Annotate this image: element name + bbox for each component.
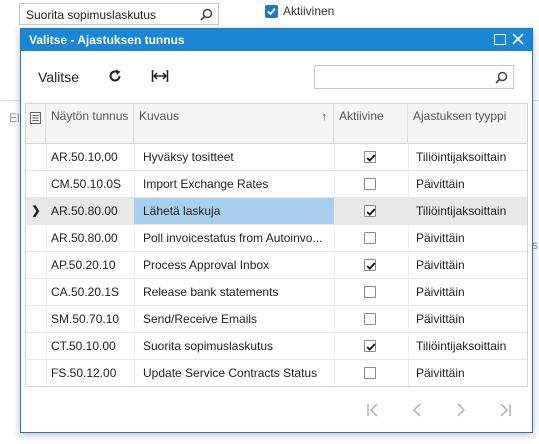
cell-schedule-type[interactable]: Tiliöintijaksoittain: [408, 144, 526, 170]
cell-schedule-type[interactable]: Päivittäin: [408, 360, 526, 386]
list-icon[interactable]: [30, 112, 41, 124]
cell-id[interactable]: AP.50.20.10: [46, 252, 134, 278]
grid-header: Näytön tunnus Kuvaus ↑ Aktiivine Ajastuk…: [26, 104, 527, 144]
select-button[interactable]: Valitse: [38, 69, 79, 85]
cell-id[interactable]: FS.50.12.00: [46, 360, 134, 386]
cell-id[interactable]: AR.50.80.00: [46, 225, 134, 251]
column-header-description-label: Kuvaus: [139, 109, 180, 123]
row-pointer-icon[interactable]: ❯: [26, 198, 46, 224]
row-selector[interactable]: [26, 279, 46, 305]
cell-description[interactable]: Release bank statements: [134, 279, 334, 305]
table-row[interactable]: AR.50.80.00 Poll invoicestatus from Autoi…: [26, 225, 527, 252]
cell-id[interactable]: CA.50.20.1S: [46, 279, 134, 305]
cell-description[interactable]: Poll invoicestatus from Autoinvo...: [134, 225, 334, 251]
sort-ascending-icon: ↑: [321, 111, 328, 123]
cell-active[interactable]: [334, 360, 408, 386]
active-checkbox[interactable]: [364, 313, 376, 325]
search-icon[interactable]: [495, 71, 508, 84]
first-page-icon[interactable]: [365, 402, 381, 418]
background-label-fragment: El: [9, 111, 20, 125]
header-row-selector[interactable]: [26, 104, 46, 144]
table-row[interactable]: CM.50.10.0S Import Exchange Rates Päivittä…: [26, 171, 527, 198]
cell-description[interactable]: Lähetä laskuja: [134, 198, 334, 224]
selector-dialog: Valitse - Ajastuksen tunnus Valitse Näyt…: [20, 28, 533, 433]
active-checkbox[interactable]: [364, 232, 376, 244]
row-selector[interactable]: [26, 360, 46, 386]
search-icon[interactable]: [200, 8, 213, 21]
next-page-icon[interactable]: [453, 402, 469, 418]
active-checkbox[interactable]: [364, 205, 376, 217]
cell-schedule-type[interactable]: Tiliöintijaksoittain: [408, 333, 526, 359]
background-search-field[interactable]: Suorita sopimuslaskutus: [19, 3, 219, 25]
table-row[interactable]: SM.50.70.10 Send/Receive Emails Päivittäin: [26, 306, 527, 333]
column-header-active[interactable]: Aktiivine: [334, 104, 408, 144]
active-checkbox[interactable]: [364, 151, 376, 163]
background-search-value: Suorita sopimuslaskutus: [26, 8, 157, 22]
cell-active[interactable]: [334, 333, 408, 359]
cell-active[interactable]: [334, 279, 408, 305]
cell-description[interactable]: Process Approval Inbox: [134, 252, 334, 278]
cell-active[interactable]: [334, 144, 408, 170]
refresh-icon[interactable]: [107, 68, 123, 84]
active-checkbox[interactable]: [364, 340, 376, 352]
active-checkbox[interactable]: [364, 286, 376, 298]
column-header-schedule-type[interactable]: Ajastuksen tyyppi: [408, 104, 526, 144]
cell-id[interactable]: CM.50.10.0S: [46, 171, 134, 197]
cell-schedule-type[interactable]: Päivittäin: [408, 225, 526, 251]
column-header-id[interactable]: Näytön tunnus: [46, 104, 134, 144]
active-checkbox-label: Aktiivinen: [283, 4, 335, 18]
row-selector[interactable]: [26, 306, 46, 332]
table-row[interactable]: ❯ AR.50.80.00 Lähetä laskuja Tiliöintijakso…: [26, 198, 527, 225]
dialog-toolbar: Valitse: [21, 51, 532, 103]
cell-active[interactable]: [334, 225, 408, 251]
dialog-search-input[interactable]: [314, 65, 514, 89]
cell-description[interactable]: Import Exchange Rates: [134, 171, 334, 197]
cell-description[interactable]: Send/Receive Emails: [134, 306, 334, 332]
cell-schedule-type[interactable]: Päivittäin: [408, 171, 526, 197]
cell-id[interactable]: SM.50.70.10: [46, 306, 134, 332]
maximize-icon[interactable]: [494, 34, 506, 45]
cell-id[interactable]: CT.50.10.00: [46, 333, 134, 359]
table-row[interactable]: AR.50.10.00 Hyväksy tositteet Tiliöintijak…: [26, 144, 527, 171]
close-icon[interactable]: [510, 31, 526, 47]
row-selector[interactable]: [26, 333, 46, 359]
cell-schedule-type[interactable]: Päivittäin: [408, 306, 526, 332]
dialog-titlebar[interactable]: Valitse - Ajastuksen tunnus: [21, 29, 532, 51]
cell-id[interactable]: AR.50.10.00: [46, 144, 134, 170]
active-checkbox[interactable]: [364, 259, 376, 271]
last-page-icon[interactable]: [497, 402, 513, 418]
active-checkbox[interactable]: [265, 5, 278, 18]
cell-id[interactable]: AR.50.80.00: [46, 198, 134, 224]
column-header-description[interactable]: Kuvaus ↑: [134, 104, 334, 144]
schedule-grid: Näytön tunnus Kuvaus ↑ Aktiivine Ajastuk…: [25, 103, 528, 387]
table-row[interactable]: AP.50.20.10 Process Approval Inbox Päivitt…: [26, 252, 527, 279]
table-row[interactable]: CT.50.10.00 Suorita sopimuslaskutus Tiliöi…: [26, 333, 527, 360]
active-checkbox[interactable]: [364, 178, 376, 190]
row-selector[interactable]: [26, 144, 46, 170]
cell-schedule-type[interactable]: Tiliöintijaksoittain: [408, 198, 526, 224]
cell-active[interactable]: [334, 198, 408, 224]
table-row[interactable]: CA.50.20.1S Release bank statements Päivit…: [26, 279, 527, 306]
row-selector[interactable]: [26, 252, 46, 278]
cell-schedule-type[interactable]: Päivittäin: [408, 252, 526, 278]
row-selector[interactable]: [26, 225, 46, 251]
cell-description[interactable]: Suorita sopimuslaskutus: [134, 333, 334, 359]
dialog-title: Valitse - Ajastuksen tunnus: [29, 33, 185, 47]
cell-description[interactable]: Hyväksy tositteet: [134, 144, 334, 170]
cell-schedule-type[interactable]: Päivittäin: [408, 279, 526, 305]
cell-active[interactable]: [334, 306, 408, 332]
active-checkbox[interactable]: [364, 367, 376, 379]
cell-active[interactable]: [334, 252, 408, 278]
fit-columns-icon[interactable]: [151, 69, 169, 83]
table-row[interactable]: FS.50.12.00 Update Service Contracts Stat…: [26, 360, 527, 386]
cell-active[interactable]: [334, 171, 408, 197]
prev-page-icon[interactable]: [409, 402, 425, 418]
grid-pager: [25, 390, 528, 428]
row-selector[interactable]: [26, 171, 46, 197]
divider: [0, 100, 20, 101]
cell-description[interactable]: Update Service Contracts Status: [134, 360, 334, 386]
